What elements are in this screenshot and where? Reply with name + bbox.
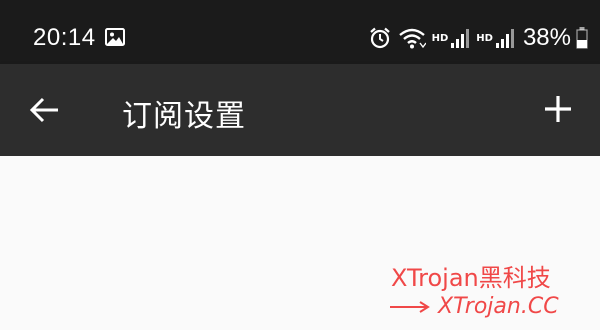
- signal-icon: [495, 27, 515, 49]
- add-button[interactable]: [542, 93, 574, 125]
- alarm-icon: [368, 26, 392, 50]
- gallery-icon: [105, 28, 125, 46]
- app-bar: 订阅设置: [0, 64, 600, 156]
- arrow-left-icon: [29, 97, 58, 123]
- hd-label: HD: [431, 32, 449, 44]
- battery-percent: 38%: [522, 24, 571, 51]
- hd-label: HD: [476, 32, 493, 44]
- status-icons: HD HD 38%: [368, 24, 588, 52]
- signal-icon: [450, 27, 470, 49]
- page-title: 订阅设置: [122, 99, 246, 134]
- watermark-text: XTrojan黑科技: [391, 264, 551, 292]
- status-bar: 20:14 HD HD 38%: [0, 0, 600, 64]
- watermark-url: XTrojan.CC: [388, 294, 559, 319]
- arrow-right-icon: [390, 300, 430, 313]
- wifi-icon: [398, 26, 426, 50]
- plus-icon: [545, 96, 571, 122]
- watermark-url-text: XTrojan.CC: [438, 294, 559, 319]
- battery-icon: [576, 27, 588, 49]
- back-button[interactable]: [28, 94, 64, 126]
- status-time: 20:14: [33, 24, 96, 51]
